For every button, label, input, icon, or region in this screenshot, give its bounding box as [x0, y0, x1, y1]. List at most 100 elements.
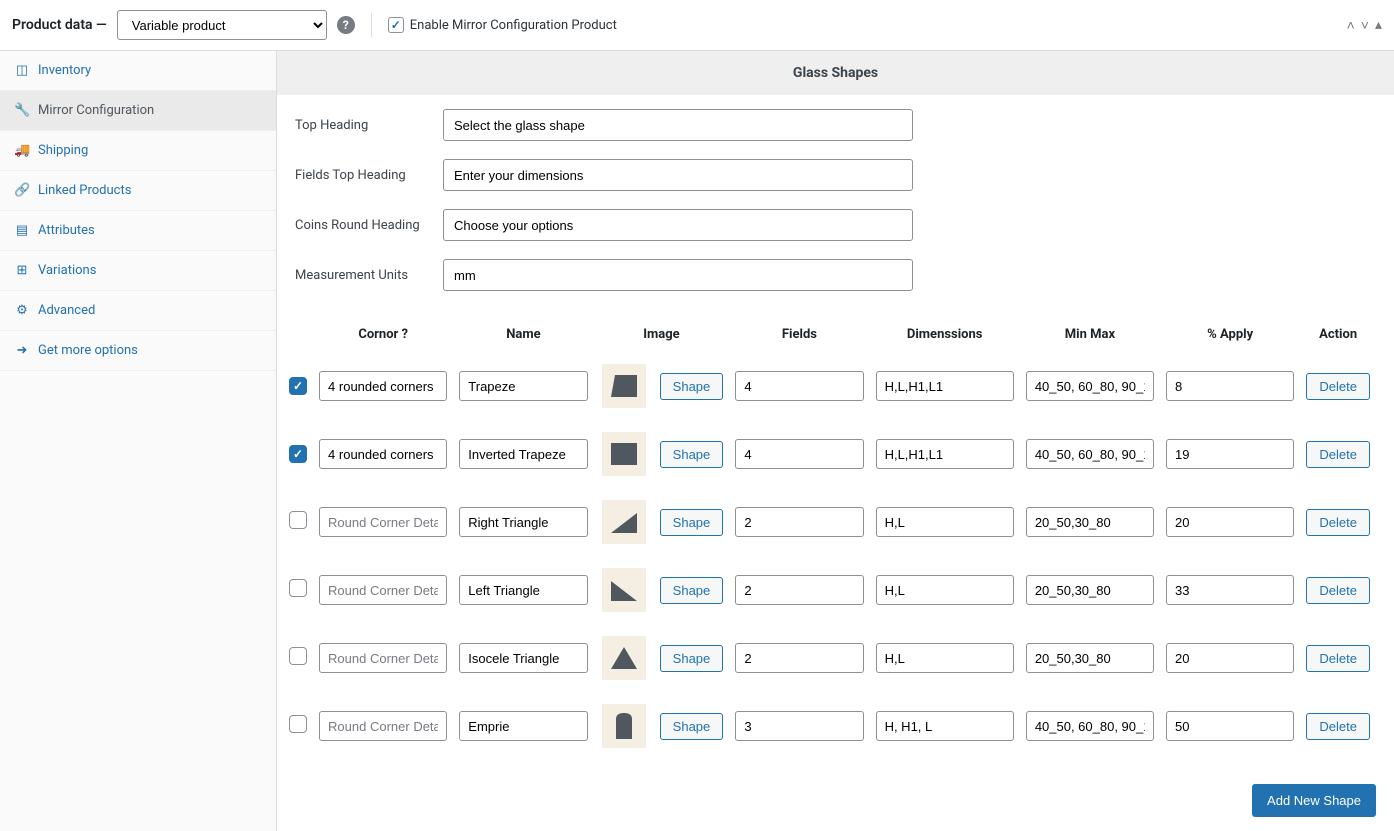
dimensions-input[interactable] — [876, 711, 1014, 741]
name-input[interactable] — [459, 507, 587, 537]
sidebar-item-inventory[interactable]: ◫Inventory — [0, 51, 276, 91]
dimensions-input[interactable] — [876, 439, 1014, 469]
apply-input[interactable] — [1166, 439, 1294, 469]
row-checkbox[interactable] — [289, 647, 307, 665]
th-action: Action — [1300, 317, 1376, 352]
shape-button[interactable]: Shape — [660, 645, 724, 672]
corner-input[interactable] — [319, 575, 447, 605]
enable-mirror-config-checkbox[interactable]: Enable Mirror Configuration Product — [388, 17, 617, 33]
row-checkbox[interactable] — [289, 579, 307, 597]
sidebar-item-label: Get more options — [38, 343, 138, 358]
shape-button[interactable]: Shape — [660, 441, 724, 468]
delete-button[interactable]: Delete — [1306, 509, 1370, 536]
name-input[interactable] — [459, 575, 587, 605]
sidebar-item-shipping[interactable]: 🚚 Shipping — [0, 131, 276, 171]
fields-input[interactable] — [735, 371, 863, 401]
corner-input[interactable] — [319, 507, 447, 537]
enable-mirror-label: Enable Mirror Configuration Product — [410, 18, 617, 33]
top-heading-input[interactable] — [443, 109, 913, 141]
apply-input[interactable] — [1166, 643, 1294, 673]
sidebar-item-get-more-options[interactable]: ➜Get more options — [0, 331, 276, 371]
corner-input[interactable] — [319, 711, 447, 741]
name-input[interactable] — [459, 643, 587, 673]
delete-button[interactable]: Delete — [1306, 577, 1370, 604]
checkbox-icon — [388, 17, 404, 33]
dimensions-input[interactable] — [876, 371, 1014, 401]
corner-input[interactable] — [319, 371, 447, 401]
sidebar-item-mirror-configuration[interactable]: 🔧Mirror Configuration — [0, 91, 276, 131]
th-name: Name — [453, 317, 593, 352]
shape-button[interactable]: Shape — [660, 713, 724, 740]
th-corner: Cornor ? — [313, 317, 453, 352]
mirror-config-panel: Glass Shapes Top Heading Fields Top Head… — [277, 51, 1394, 831]
fields-input[interactable] — [735, 711, 863, 741]
sidebar-item-linked-products[interactable]: 🔗 Linked Products — [0, 171, 276, 211]
sidebar-icon: 🚚 — [14, 143, 30, 158]
apply-input[interactable] — [1166, 371, 1294, 401]
fields-input[interactable] — [735, 643, 863, 673]
fields-top-heading-input[interactable] — [443, 159, 913, 191]
sidebar-item-label: Shipping — [38, 143, 88, 158]
name-input[interactable] — [459, 439, 587, 469]
dimensions-input[interactable] — [876, 575, 1014, 605]
sidebar-icon: 🔧 — [14, 103, 30, 118]
collapse-icon[interactable]: ▴ — [1375, 17, 1382, 33]
sidebar-item-attributes[interactable]: ▤Attributes — [0, 211, 276, 251]
sidebar-item-label: Variations — [38, 263, 96, 278]
shape-thumbnail — [602, 636, 646, 680]
measurement-units-input[interactable] — [443, 259, 913, 291]
dimensions-input[interactable] — [876, 643, 1014, 673]
minmax-input[interactable] — [1026, 371, 1154, 401]
fields-input[interactable] — [735, 575, 863, 605]
move-down-icon[interactable]: ˅ — [1361, 17, 1369, 34]
dimensions-input[interactable] — [876, 507, 1014, 537]
row-checkbox[interactable] — [289, 715, 307, 733]
row-checkbox[interactable] — [289, 445, 307, 463]
delete-button[interactable]: Delete — [1306, 713, 1370, 740]
apply-input[interactable] — [1166, 575, 1294, 605]
shape-button[interactable]: Shape — [660, 509, 724, 536]
row-checkbox[interactable] — [289, 377, 307, 395]
sidebar-item-label: Linked Products — [38, 183, 131, 198]
sidebar-icon: ⚙ — [14, 303, 30, 318]
move-up-icon[interactable]: ˄ — [1347, 17, 1355, 34]
minmax-input[interactable] — [1026, 711, 1154, 741]
shape-thumbnail — [602, 568, 646, 612]
panel-toggle-controls: ˄ ˅ ▴ — [1347, 17, 1382, 34]
sidebar-icon: ⊞ — [14, 263, 30, 278]
sidebar-icon: 🔗 — [14, 183, 30, 198]
shapes-table: Cornor ? Name Image Fields Dimenssions M… — [283, 317, 1376, 760]
delete-button[interactable]: Delete — [1306, 645, 1370, 672]
shape-button[interactable]: Shape — [660, 373, 724, 400]
sidebar-item-variations[interactable]: ⊞ Variations — [0, 251, 276, 291]
shape-thumbnail — [602, 704, 646, 748]
add-new-shape-button[interactable]: Add New Shape — [1252, 784, 1376, 817]
sidebar-item-label: Inventory — [38, 63, 91, 78]
delete-button[interactable]: Delete — [1306, 441, 1370, 468]
minmax-input[interactable] — [1026, 507, 1154, 537]
row-checkbox[interactable] — [289, 511, 307, 529]
coins-round-heading-input[interactable] — [443, 209, 913, 241]
product-type-select[interactable]: Variable product — [117, 10, 327, 40]
corner-input[interactable] — [319, 439, 447, 469]
shape-button[interactable]: Shape — [660, 577, 724, 604]
fields-input[interactable] — [735, 507, 863, 537]
minmax-input[interactable] — [1026, 575, 1154, 605]
sidebar-icon: ▤ — [14, 223, 30, 238]
sidebar-item-advanced[interactable]: ⚙Advanced — [0, 291, 276, 331]
table-row: Shape Delete — [283, 692, 1376, 760]
th-image: Image — [594, 317, 730, 352]
apply-input[interactable] — [1166, 507, 1294, 537]
headings-form: Top Heading Fields Top Heading Coins Rou… — [277, 95, 1394, 317]
minmax-input[interactable] — [1026, 439, 1154, 469]
help-icon[interactable]: ? — [337, 16, 355, 34]
product-data-header: Product data — Variable product ? Enable… — [0, 0, 1394, 51]
delete-button[interactable]: Delete — [1306, 373, 1370, 400]
corner-input[interactable] — [319, 643, 447, 673]
apply-input[interactable] — [1166, 711, 1294, 741]
fields-input[interactable] — [735, 439, 863, 469]
minmax-input[interactable] — [1026, 643, 1154, 673]
name-input[interactable] — [459, 711, 587, 741]
top-heading-label: Top Heading — [295, 118, 443, 133]
name-input[interactable] — [459, 371, 587, 401]
